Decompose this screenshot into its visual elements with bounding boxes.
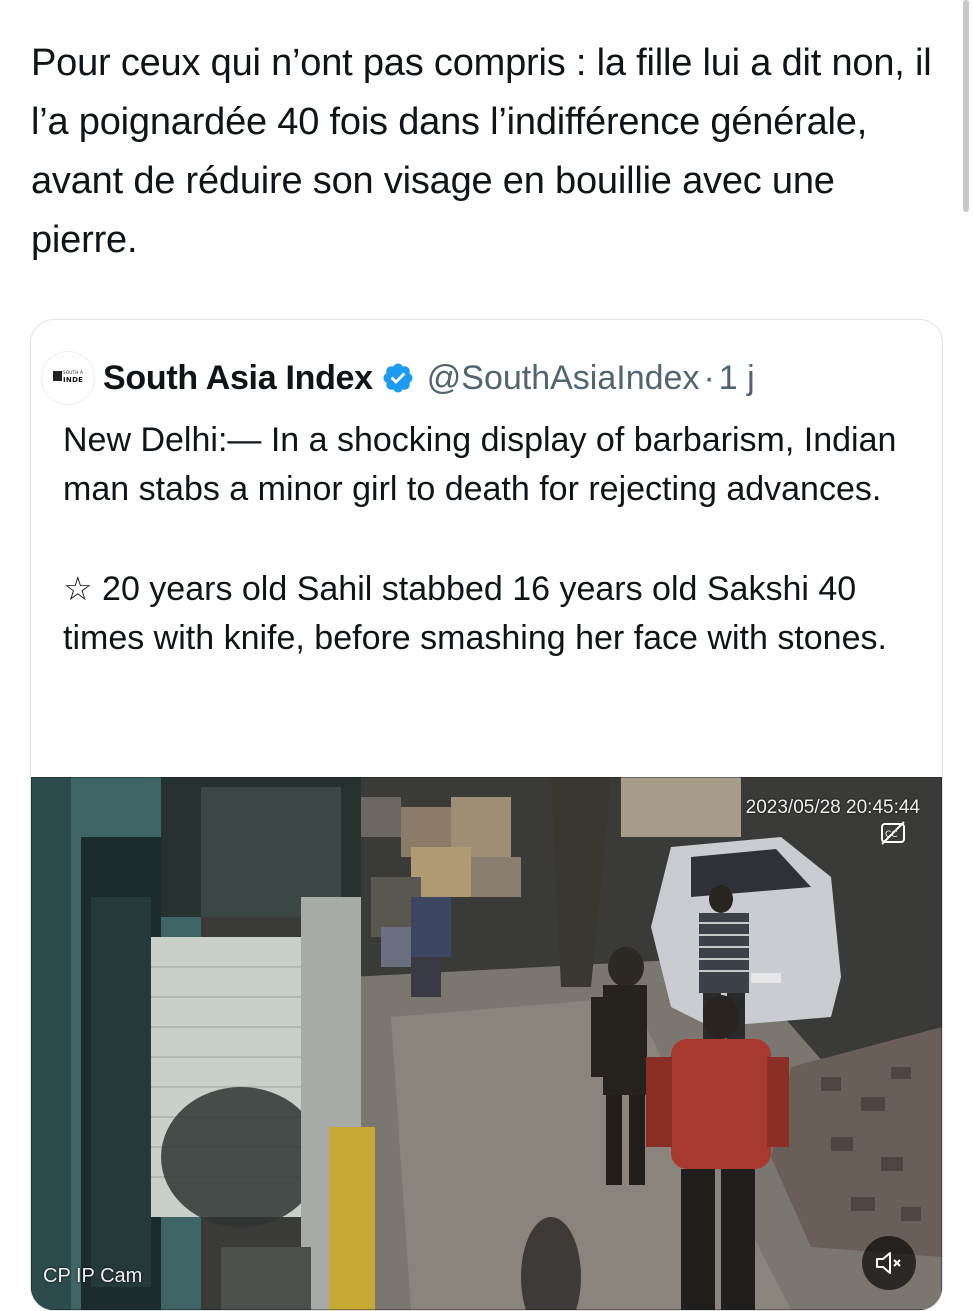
display-name[interactable]: South Asia Index [103,359,373,398]
speaker-muted-icon [876,1252,901,1274]
verified-badge-icon [383,363,413,393]
star-icon: ☆ [63,569,93,608]
post-time[interactable]: 1 j [719,359,755,398]
video-frame-image [31,777,942,1310]
quoted-post-paragraph-text: 20 years old Sahil stabbed 16 years old … [63,570,887,657]
closed-captions-icon[interactable]: CC [880,821,906,845]
post-text: Pour ceux qui n’ont pas compris : la fil… [31,42,932,261]
svg-text:SOUTH ASIA: SOUTH ASIA [63,370,83,375]
mute-toggle-button[interactable] [862,1236,916,1290]
scrollbar[interactable] [963,0,969,212]
avatar[interactable]: SOUTH ASIA INDEX [41,351,95,405]
handle[interactable]: @SouthAsiaIndex [427,359,700,398]
quoted-post-header: SOUTH ASIA INDEX South Asia Index @South… [41,351,755,405]
quoted-post-paragraph: ☆ 20 years old Sahil stabbed 16 years ol… [63,565,923,662]
quoted-post-card[interactable]: SOUTH ASIA INDEX South Asia Index @South… [30,319,943,1311]
svg-text:INDEX: INDEX [63,376,83,384]
video-timestamp: 2023/05/28 20:45:44 [745,797,920,818]
quoted-post-body: New Delhi:— In a shocking display of bar… [63,416,923,662]
separator-dot: · [703,358,715,397]
avatar-logo: SOUTH ASIA INDEX [53,367,90,389]
cctv-video[interactable]: 2023/05/28 20:45:44 CC CP IP Cam [31,777,942,1310]
camera-label: CP IP Cam [43,1265,143,1287]
quoted-post-paragraph: New Delhi:— In a shocking display of bar… [63,421,897,508]
